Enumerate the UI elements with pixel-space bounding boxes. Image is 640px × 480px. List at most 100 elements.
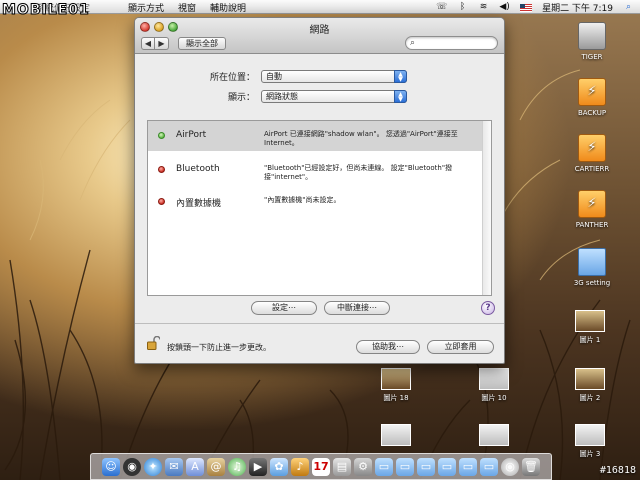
image-thumbnail-icon — [381, 368, 411, 390]
search-icon: ⌕ — [410, 38, 416, 48]
imovie-icon[interactable]: ▶ — [249, 457, 267, 476]
ichat-icon[interactable]: A — [186, 457, 204, 476]
flag-icon[interactable] — [520, 3, 533, 12]
popup-arrows-icon: ▲ ▼ — [394, 90, 407, 103]
desktop-icon-label: CARTIERR — [574, 165, 610, 173]
service-description: "Bluetooth"已經設定好，但尚未連線。 設定"Bluetooth"撥接"… — [264, 164, 453, 181]
itunes-icon[interactable]: ♫ — [228, 457, 246, 476]
show-value: 網路狀態 — [266, 92, 298, 101]
firewire-disk-icon — [578, 190, 606, 218]
show-label: 顯示： — [227, 93, 255, 103]
show-select[interactable]: 網路狀態 ▲ ▼ — [261, 90, 407, 103]
lock-hint: 按鎖頭一下防止進一步更改。 — [167, 343, 271, 352]
firewire-disk-icon — [578, 134, 606, 162]
desktop-icon-picture-1[interactable]: 圖片 1 — [560, 310, 620, 345]
garageband-icon[interactable]: ♪ — [291, 457, 309, 476]
folder-icon-2[interactable]: ▭ — [480, 457, 498, 476]
desktop-icon-label: TIGER — [581, 53, 603, 61]
desktop-icon-label: 圖片 3 — [579, 450, 601, 458]
list-item-airport[interactable]: AirPort AirPort 已連接網路"shadow wlan"。 您透過"… — [148, 121, 484, 151]
service-description: "內置數據機"尚未設定。 — [264, 196, 341, 204]
desktop-icon-label: 圖片 2 — [579, 394, 601, 402]
preview-icon[interactable]: ▤ — [333, 457, 351, 476]
pictures-folder-icon[interactable]: ▭ — [438, 457, 456, 476]
help-button[interactable]: ? — [481, 301, 495, 315]
desktop-icon-picture-18[interactable]: 圖片 18 — [366, 368, 426, 403]
desktop-icon-label: 圖片 18 — [383, 394, 409, 402]
iphoto-icon[interactable]: ✿ — [270, 457, 288, 476]
dock: ☺ ◉ ✦ ✉ A @ ♫ ▶ ✿ ♪ 17 ▤ ⚙ ▭ ▭ ▭ ▭ ▭ ▭ ◎… — [90, 453, 552, 480]
menubar-clock[interactable]: 星期二 下午 7:19 — [542, 1, 613, 14]
desktop-icon-picture-3[interactable]: 圖片 3 — [560, 424, 620, 459]
phone-icon[interactable]: ☏ — [436, 2, 447, 13]
disconnect-button[interactable]: 中斷連接⋯ — [324, 301, 390, 315]
status-red-icon — [158, 198, 165, 205]
desktop-icon-panther[interactable]: PANTHER — [562, 190, 622, 229]
volume-icon[interactable]: ◀) — [499, 2, 510, 13]
forward-button[interactable]: ▶ — [155, 37, 169, 50]
menu-help[interactable]: 輔助說明 — [210, 1, 246, 14]
applications-folder-icon[interactable]: ▭ — [375, 457, 393, 476]
image-thumbnail-icon — [575, 310, 605, 332]
assist-me-button[interactable]: 協助我⋯ — [356, 340, 420, 354]
chevron-left-icon: ◀ — [144, 39, 152, 48]
chevron-right-icon: ▶ — [158, 39, 165, 48]
location-row: 所在位置： 自動 ▲ ▼ — [135, 70, 407, 83]
address-book-icon[interactable]: @ — [207, 457, 225, 476]
desktop-icon-picture-2[interactable]: 圖片 2 — [560, 368, 620, 403]
desktop-icon-label: BACKUP — [577, 109, 607, 117]
desktop-icon-label: 圖片 10 — [481, 394, 507, 402]
desktop-icon-cartierr[interactable]: CARTIERR — [562, 134, 622, 173]
search-field[interactable]: ⌕ — [405, 36, 498, 50]
finder-icon[interactable]: ☺ — [102, 457, 120, 476]
desktop-icon-picture-10[interactable]: 圖片 10 — [464, 368, 524, 403]
trash-icon[interactable]: 🗑 — [522, 457, 540, 476]
location-value: 自動 — [266, 72, 282, 81]
configure-button[interactable]: 設定⋯ — [251, 301, 317, 315]
status-red-icon — [158, 166, 165, 173]
desktop-icon-backup[interactable]: BACKUP — [562, 78, 622, 117]
show-row: 顯示： 網路狀態 ▲ ▼ — [135, 90, 407, 103]
hard-disk-icon — [578, 22, 606, 50]
system-preferences-icon[interactable]: ⚙ — [354, 457, 372, 476]
window-toolbar: 網路 ◀ ▶ 顯示全部 ⌕ — [135, 18, 504, 54]
documents-folder-icon[interactable]: ▭ — [396, 457, 414, 476]
menu-window[interactable]: 視窗 — [178, 1, 196, 14]
image-thumbnail-icon — [479, 424, 509, 446]
apply-now-button[interactable]: 立即套用 — [427, 340, 494, 354]
desktop-icon-label: 圖片 1 — [579, 336, 601, 344]
desktop-icon-label: PANTHER — [575, 221, 609, 229]
location-select[interactable]: 自動 ▲ ▼ — [261, 70, 407, 83]
image-thumbnail-icon — [381, 424, 411, 446]
dashboard-icon[interactable]: ◉ — [123, 457, 141, 476]
desktop-icon-unlabeled-a[interactable] — [366, 424, 426, 449]
list-item-modem[interactable]: 內置數據機 "內置數據機"尚未設定。 — [148, 187, 484, 217]
menu-view[interactable]: 顯示方式 — [128, 1, 164, 14]
bluetooth-icon[interactable]: ᛒ — [457, 2, 468, 13]
folder-icon — [578, 248, 606, 276]
desktop-icon-3g-setting[interactable]: 3G setting — [562, 248, 622, 287]
back-button[interactable]: ◀ — [141, 37, 155, 50]
image-thumbnail-icon — [575, 424, 605, 446]
downloads-folder-icon[interactable]: ▭ — [417, 457, 435, 476]
wifi-icon[interactable]: ≋ — [478, 2, 489, 13]
image-thumbnail-icon — [575, 368, 605, 390]
spotlight-icon[interactable]: ⌕ — [623, 2, 634, 13]
desktop-icon-label: 3G setting — [573, 279, 611, 287]
ical-icon[interactable]: 17 — [312, 457, 330, 476]
lock-icon[interactable] — [147, 336, 160, 350]
location-label: 所在位置： — [209, 73, 255, 83]
safari-icon[interactable]: ✦ — [144, 457, 162, 476]
service-name: AirPort — [176, 130, 207, 140]
desktop-icon-tiger[interactable]: TIGER — [562, 22, 622, 61]
folder-icon[interactable]: ▭ — [459, 457, 477, 476]
network-icon[interactable]: ◎ — [501, 457, 519, 476]
popup-arrows-icon: ▲ ▼ — [394, 70, 407, 83]
show-all-button[interactable]: 顯示全部 — [178, 37, 226, 50]
list-item-bluetooth[interactable]: Bluetooth "Bluetooth"已經設定好，但尚未連線。 設定"Blu… — [148, 155, 484, 185]
firewire-disk-icon — [578, 78, 606, 106]
site-logo: MOBILE01 — [2, 2, 90, 19]
list-scrollbar[interactable] — [482, 121, 491, 295]
desktop-icon-unlabeled-b[interactable] — [464, 424, 524, 449]
mail-icon[interactable]: ✉ — [165, 457, 183, 476]
